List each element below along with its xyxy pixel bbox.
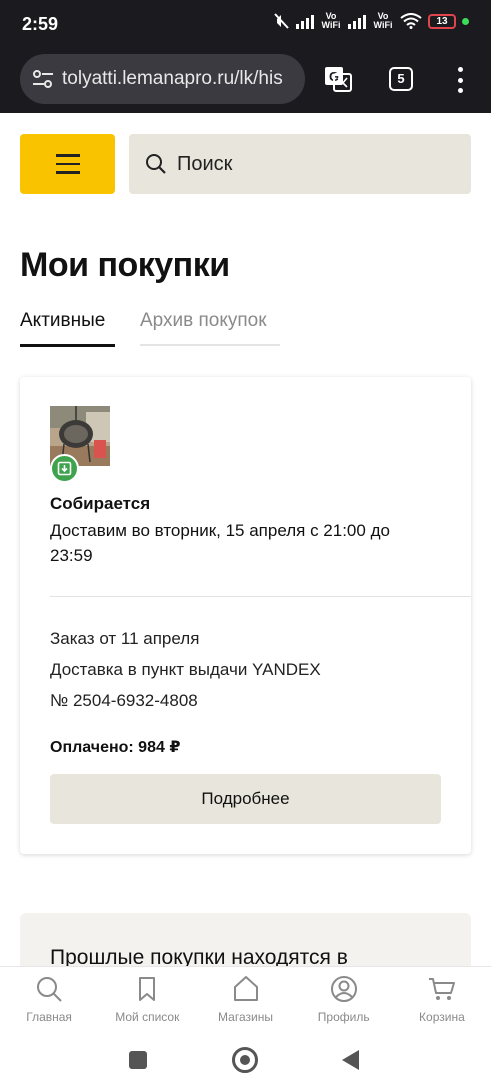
wifi-icon [400,13,422,29]
back-icon[interactable] [342,1050,359,1070]
mute-icon [274,13,289,29]
status-bar: 2:59 Vo WiFi Vo WiFi 13 [0,0,491,50]
search-icon [146,154,166,174]
profile-icon [330,976,357,1002]
nav-profile[interactable]: Профиль [295,967,393,1031]
hamburger-menu-button[interactable] [20,134,115,194]
tab-archive[interactable]: Архив покупок [140,310,280,346]
divider [50,596,471,597]
search-input[interactable]: Поиск [129,134,471,194]
home-button-icon[interactable] [232,1047,258,1073]
delivery-time: Доставим во вторник, 15 апреля с 21:00 д… [50,521,390,565]
bottom-navigation: Главная Мой список Магазины Профиль Корз… [0,966,491,1031]
vowifi-label: Vo WiFi [321,11,341,30]
browser-toolbar: tolyatti.lemanapro.ru/lk/his G 5 [0,50,491,113]
signal-icon [348,13,366,29]
bookmark-icon [139,977,156,1001]
address-bar[interactable]: tolyatti.lemanapro.ru/lk/his [20,54,305,104]
nav-my-list[interactable]: Мой список [98,967,196,1031]
url-text: tolyatti.lemanapro.ru/lk/his [62,68,283,89]
nav-label: Магазины [218,1010,273,1024]
menu-line [55,154,80,157]
status-badge [50,454,79,483]
nav-label: Корзина [419,1010,465,1024]
order-card: Собирается Доставим во вторник, 15 апрел… [20,377,471,854]
details-button[interactable]: Подробнее [50,774,441,824]
nav-label: Мой список [115,1010,180,1024]
nav-label: Профиль [317,1010,370,1024]
nav-stores[interactable]: Магазины [196,967,294,1031]
cart-icon [428,978,455,1000]
site-settings-icon[interactable] [32,69,54,89]
search-placeholder: Поиск [177,152,233,175]
menu-line [55,171,80,174]
system-navigation-bar [0,1031,491,1090]
paid-amount: Оплачено: 984 ₽ [50,739,181,756]
order-status: Собирается [50,494,151,513]
tab-switcher-button[interactable]: 5 [389,67,413,91]
status-icons: Vo WiFi Vo WiFi 13 [272,12,469,30]
nav-label: Главная [26,1010,72,1024]
home-icon [233,976,258,1001]
menu-line [55,162,80,166]
box-download-icon [57,461,72,476]
delivery-method: Доставка в пункт выдачи YANDEX [50,660,321,679]
translate-icon[interactable]: G [324,66,352,92]
more-menu-icon[interactable] [455,67,465,93]
search-icon [37,977,62,1002]
battery-indicator: 13 [428,13,456,29]
order-date: Заказ от 11 апреля [50,629,200,648]
status-time: 2:59 [22,14,59,34]
nav-home[interactable]: Главная [0,967,98,1031]
signal-icon [296,13,314,29]
nav-cart[interactable]: Корзина [393,967,491,1031]
tab-active[interactable]: Активные [20,310,115,347]
privacy-dot [462,17,469,25]
vowifi-label: Vo WiFi [373,11,393,30]
page-title: Мои покупки [20,246,230,284]
order-number: № 2504-6932-4808 [50,691,198,710]
recents-icon[interactable] [129,1051,147,1069]
